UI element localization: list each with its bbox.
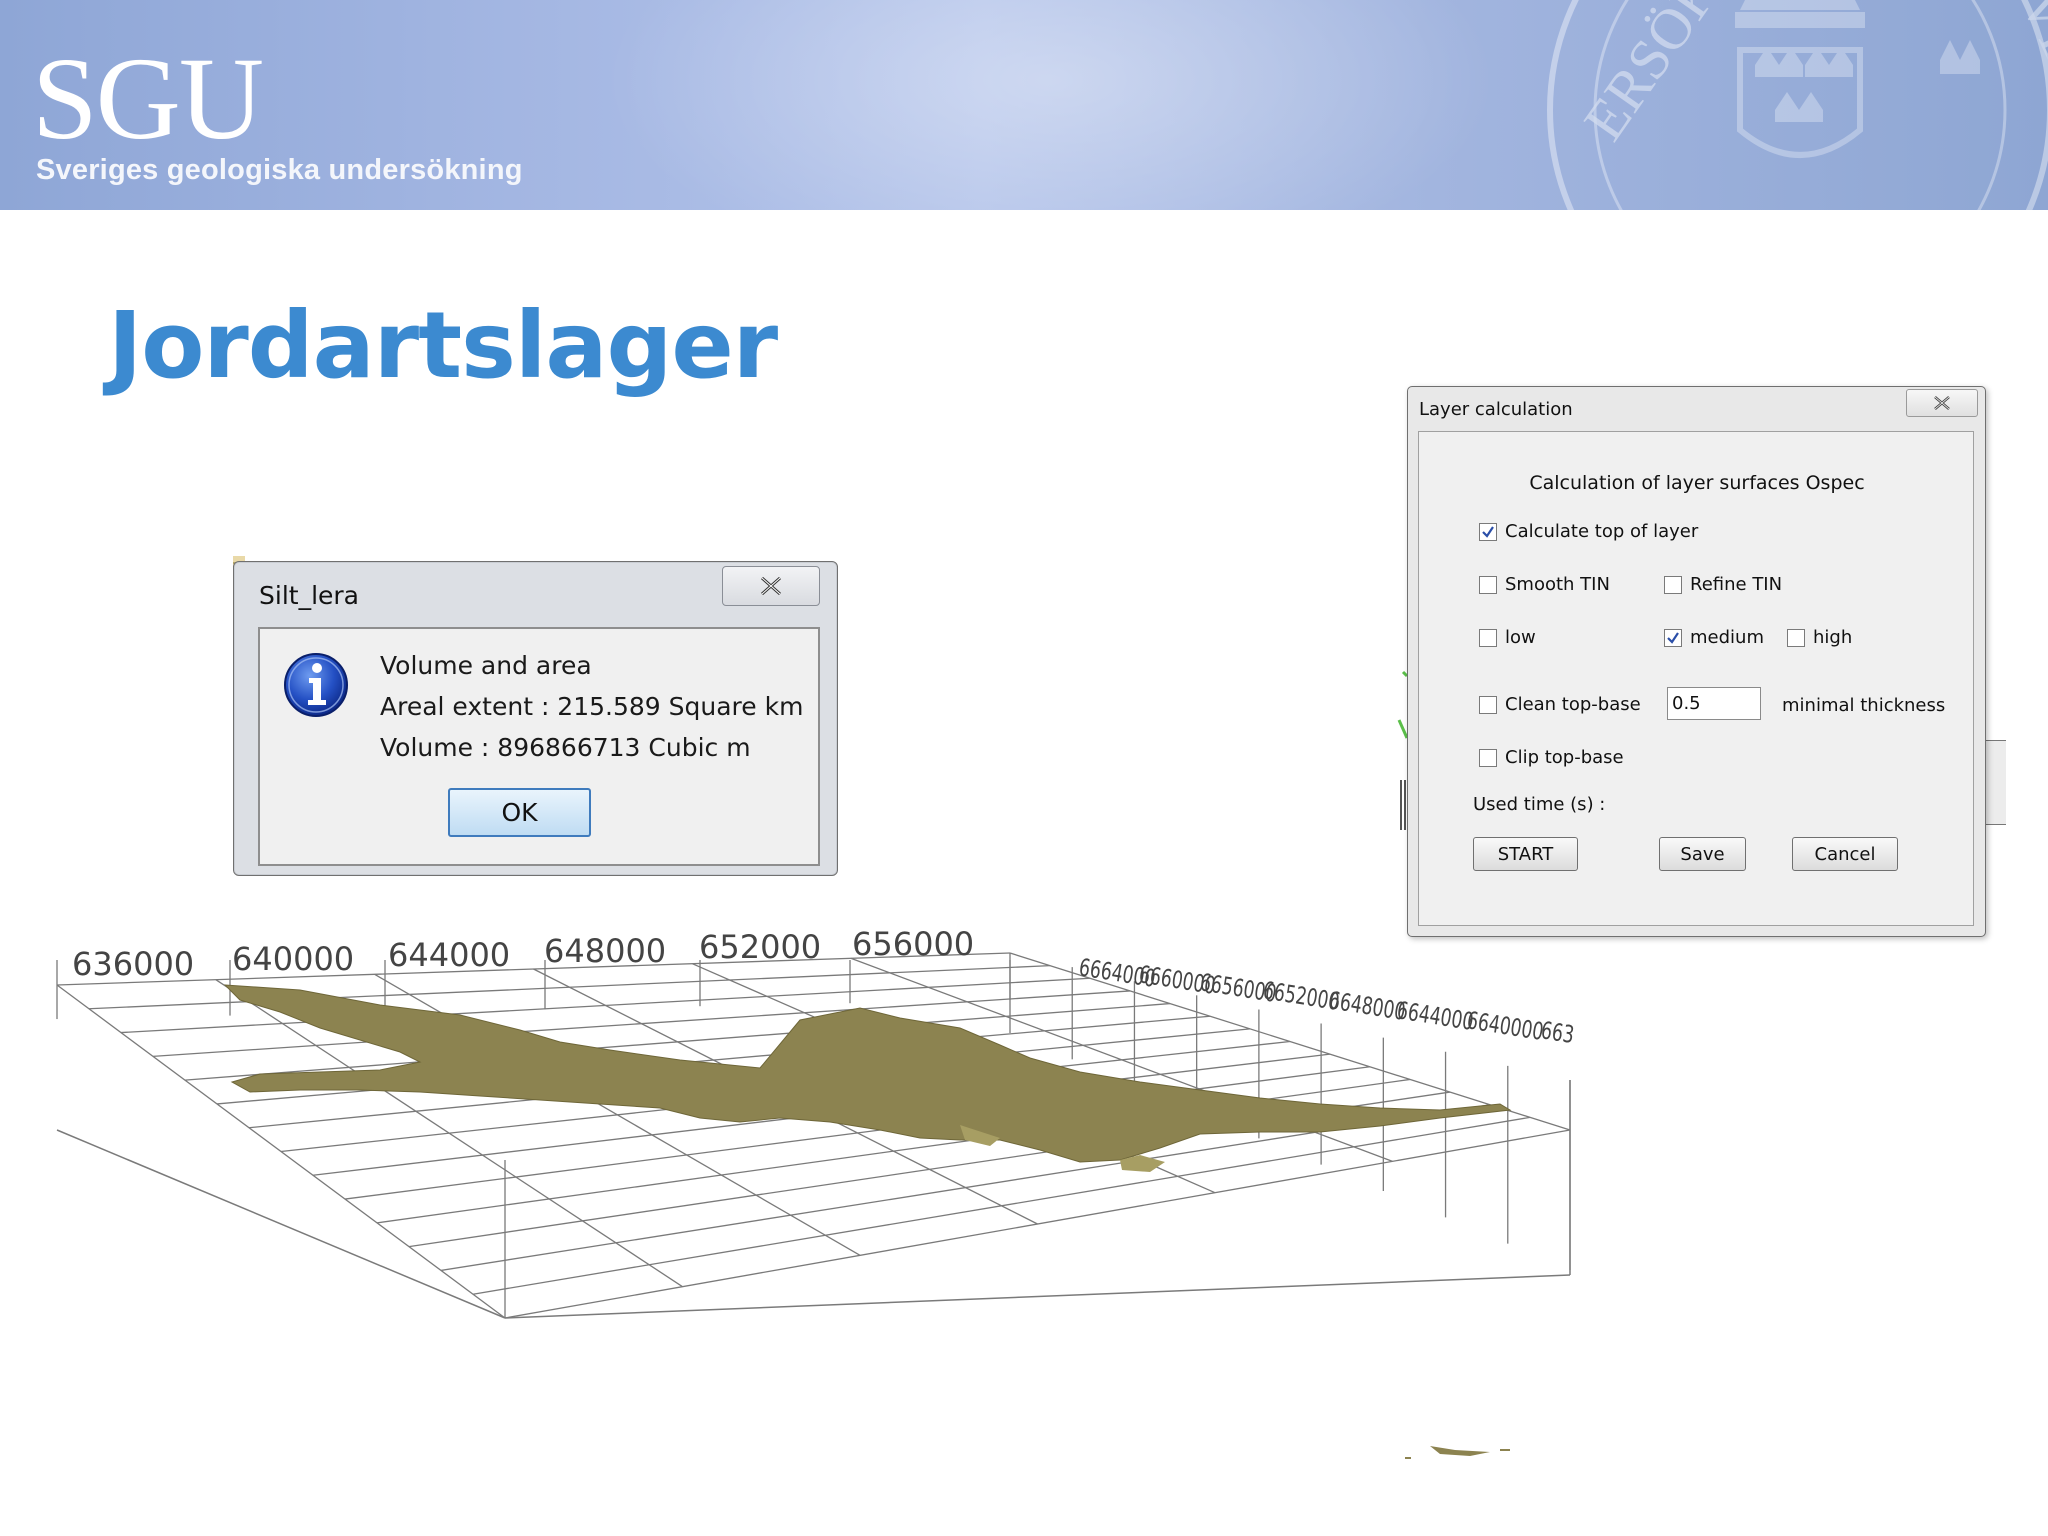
checkmark-icon (1667, 631, 1679, 644)
grid-line-bottom-edge (504, 1274, 1571, 1319)
background-window-edge-right (1986, 740, 2006, 825)
background-window-edge (1395, 660, 1409, 830)
checkbox-box (1664, 628, 1682, 647)
dialog-title: Layer calculation (1419, 399, 1573, 420)
refine-tin-checkbox[interactable]: Refine TIN (1664, 574, 1782, 595)
checkbox-box (1479, 522, 1497, 541)
save-button[interactable]: Save (1659, 837, 1746, 871)
close-icon (1934, 396, 1950, 410)
banner-highlight (600, 0, 1500, 210)
checkbox-label: Calculate top of layer (1505, 521, 1699, 542)
x-tick-label: 656000 (852, 925, 974, 963)
medium-checkbox[interactable]: medium (1664, 627, 1764, 648)
checkbox-label: Refine TIN (1690, 574, 1783, 595)
sgu-logo: SGU (32, 33, 264, 164)
page-title: Jordartslager (108, 292, 778, 399)
used-time-label: Used time (s) : (1473, 794, 1606, 815)
minimal-thickness-label: minimal thickness (1782, 695, 1946, 716)
panel-heading: Calculation of layer surfaces Ospec (1529, 472, 1865, 494)
checkbox-label: Clean top-base (1505, 694, 1641, 715)
checkbox-box (1479, 575, 1497, 594)
smooth-tin-checkbox[interactable]: Smooth TIN (1479, 574, 1610, 595)
clean-top-base-checkbox[interactable]: Clean top-base (1479, 694, 1641, 715)
start-button[interactable]: START (1473, 837, 1578, 871)
checkbox-label: low (1505, 627, 1536, 648)
clip-top-base-checkbox[interactable]: Clip top-base (1479, 747, 1624, 768)
header-banner: SGU Sveriges geologiska undersökning ERS… (0, 0, 2048, 210)
checkmark-icon (1482, 525, 1494, 538)
x-tick-label: 644000 (388, 936, 510, 974)
minimal-thickness-input[interactable] (1667, 687, 1761, 720)
x-axis-ticks: 636000 640000 644000 648000 652000 656000 (72, 925, 974, 983)
seal-text-left: ERSÖKN (1571, 0, 1757, 152)
royal-seal-watermark: ERSÖKN VERIGES (1547, 0, 2048, 210)
options-panel: Calculation of layer surfaces Ospec Calc… (1418, 431, 1974, 926)
checkbox-label: medium (1690, 627, 1764, 648)
y-tick-label: 663 (1539, 1016, 1576, 1048)
y-axis-ticks: 6664000666000066560006652000664800066440… (1077, 953, 1576, 1048)
silt-lera-dialog: Silt_lera Volume and area Areal extent :… (233, 561, 838, 876)
ok-button[interactable]: OK (448, 788, 591, 837)
surface-fragment (1405, 1446, 1510, 1459)
volume-text: Volume : 896866713 Cubic m (380, 733, 751, 762)
checkbox-box (1479, 628, 1497, 647)
areal-extent-text: Areal extent : 215.589 Square km (380, 692, 804, 721)
calculate-top-checkbox[interactable]: Calculate top of layer (1479, 521, 1698, 542)
close-icon (761, 576, 781, 596)
checkbox-box (1787, 628, 1805, 647)
checkbox-box (1479, 695, 1497, 714)
high-checkbox[interactable]: high (1787, 627, 1852, 648)
x-tick-label: 636000 (72, 945, 194, 983)
checkbox-label: Smooth TIN (1505, 574, 1610, 595)
grid-line-front-edge (56, 1129, 506, 1319)
y-tick-label: 6640000 (1465, 1006, 1545, 1045)
x-tick-label: 648000 (544, 932, 666, 970)
dialog-title: Silt_lera (259, 581, 359, 610)
info-icon (284, 653, 348, 717)
low-checkbox[interactable]: low (1479, 627, 1536, 648)
checkbox-box (1479, 748, 1497, 767)
checkbox-box (1664, 575, 1682, 594)
3d-layer-view[interactable]: 636000 640000 644000 648000 652000 656000 666… (0, 880, 1600, 1460)
layer-calculation-dialog: Layer calculation Calculation of layer s… (1407, 386, 1986, 937)
message-heading: Volume and area (380, 651, 592, 680)
x-tick-label: 640000 (232, 940, 354, 978)
message-panel: Volume and area Areal extent : 215.589 S… (258, 627, 820, 866)
x-tick-label: 652000 (699, 928, 821, 966)
close-button[interactable] (722, 566, 820, 606)
y-tick-label: 6644000 (1395, 996, 1475, 1035)
cancel-button[interactable]: Cancel (1792, 837, 1898, 871)
close-button[interactable] (1906, 389, 1978, 417)
silt-lera-surface (223, 984, 1512, 1172)
checkbox-label: Clip top-base (1505, 747, 1624, 768)
sgu-subtitle: Sveriges geologiska undersökning (36, 154, 523, 186)
checkbox-label: high (1813, 627, 1853, 648)
